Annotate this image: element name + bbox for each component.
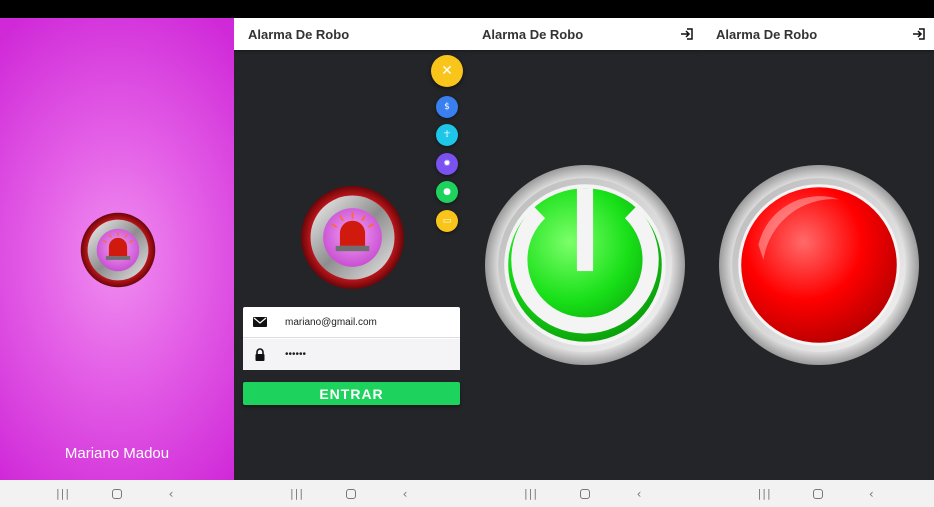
fab-card-button[interactable]: ▭ <box>436 210 458 232</box>
back-icon[interactable]: ‹ <box>164 487 178 501</box>
password-field[interactable] <box>285 349 452 360</box>
recent-apps-icon[interactable]: ||| <box>758 487 772 501</box>
dollar-icon: $ <box>444 102 450 112</box>
lightbulb-icon: ● <box>443 187 451 197</box>
system-nav-bar: ||| ‹ <box>0 480 234 507</box>
app-title: Alarma De Robo <box>482 26 584 42</box>
recent-apps-icon[interactable]: ||| <box>290 487 304 501</box>
home-icon[interactable] <box>811 487 825 501</box>
alarm-content <box>702 50 934 480</box>
fab-menu-button[interactable]: ✕ <box>431 55 463 87</box>
alarm-content <box>468 50 702 480</box>
login-screen: Alarma De Robo ✕ $ ☥ ✹ ● ▭ mariano@gmail… <box>234 0 468 507</box>
power-toggle-button[interactable] <box>484 164 686 366</box>
screens-strip: Mariano Madou ||| ‹ Alarma De Robo ✕ $ ☥… <box>0 0 934 507</box>
app-title: Alarma De Robo <box>248 26 350 42</box>
alarm-on-screen: Alarma De Robo ||| ‹ <box>702 0 934 507</box>
fab-dollar-button[interactable]: $ <box>436 96 458 118</box>
logout-icon[interactable] <box>912 27 926 41</box>
siren-logo-icon <box>301 186 404 289</box>
email-field[interactable] <box>285 316 452 328</box>
siren-logo-icon <box>80 212 156 288</box>
app-bar: Alarma De Robo <box>234 18 468 50</box>
home-icon[interactable] <box>578 487 592 501</box>
login-button[interactable]: ENTRAR <box>243 382 460 405</box>
accessibility-icon: ☥ <box>443 130 451 140</box>
password-row <box>243 339 460 370</box>
lock-icon <box>255 347 265 361</box>
system-nav-bar: ||| ‹ <box>702 480 934 507</box>
system-nav-bar: ||| ‹ <box>234 480 468 507</box>
back-icon[interactable]: ‹ <box>632 487 646 501</box>
fab-lightbulb-button[interactable]: ● <box>436 181 458 203</box>
app-bar: Alarma De Robo <box>468 18 702 50</box>
fab-accessibility-button[interactable]: ☥ <box>436 124 458 146</box>
login-content: ✕ $ ☥ ✹ ● ▭ mariano@gmail.com •••••• ENT… <box>234 50 468 480</box>
status-bar <box>468 0 702 18</box>
author-name: Mariano Madou <box>64 445 170 462</box>
recent-apps-icon[interactable]: ||| <box>524 487 538 501</box>
settings-icon: ✹ <box>443 159 451 169</box>
back-icon[interactable]: ‹ <box>398 487 412 501</box>
mail-icon <box>253 317 267 327</box>
card-icon: ▭ <box>442 216 452 226</box>
app-bar: Alarma De Robo <box>702 18 934 50</box>
system-nav-bar: ||| ‹ <box>468 480 702 507</box>
app-title: Alarma De Robo <box>716 26 818 42</box>
home-icon[interactable] <box>344 487 358 501</box>
back-icon[interactable]: ‹ <box>864 487 878 501</box>
status-bar <box>234 0 468 18</box>
fab-settings-button[interactable]: ✹ <box>436 153 458 175</box>
home-icon[interactable] <box>110 487 124 501</box>
close-icon: ✕ <box>441 63 453 79</box>
recent-apps-icon[interactable]: ||| <box>56 487 70 501</box>
logout-icon[interactable] <box>680 27 694 41</box>
status-bar <box>702 0 934 18</box>
login-form <box>243 307 460 370</box>
alarm-off-screen: Alarma De Robo ||| ‹ <box>468 0 702 507</box>
alarm-stop-button[interactable] <box>718 164 920 366</box>
splash-screen: Mariano Madou ||| ‹ <box>0 0 234 507</box>
email-row <box>243 307 460 338</box>
status-bar <box>0 0 234 18</box>
